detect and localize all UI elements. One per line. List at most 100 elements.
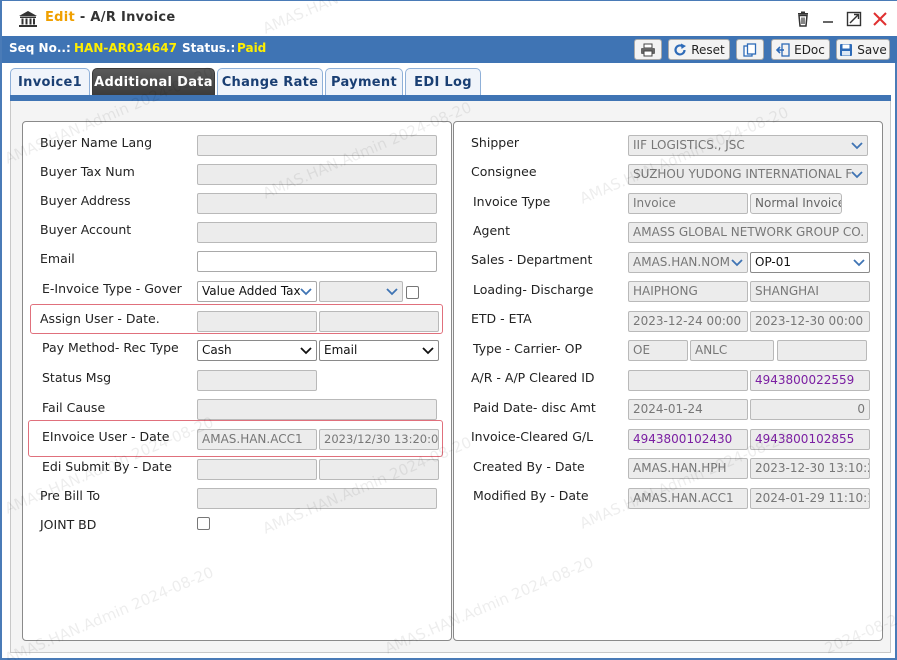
trash-icon[interactable] [794, 10, 812, 28]
close-icon[interactable] [871, 10, 889, 28]
modified-by-field[interactable]: AMAS.HAN.ACC1 [628, 488, 748, 509]
einvoice-date-field[interactable]: 2023/12/30 13:20:00 [319, 429, 439, 450]
status-msg-field[interactable] [197, 370, 317, 391]
agent-field[interactable]: AMASS GLOBAL NETWORK GROUP CO. [628, 222, 868, 243]
window-title: Edit - A/R Invoice [45, 10, 176, 25]
save-button[interactable]: Save [836, 39, 890, 60]
pre-bill-to-field[interactable] [197, 488, 437, 509]
shipper-label: Shipper [471, 135, 520, 150]
etd-field[interactable]: 2023-12-24 00:00 [628, 311, 748, 332]
edoc-button[interactable]: EDoc [771, 39, 830, 60]
assign-date-field[interactable] [319, 311, 439, 332]
sales-select[interactable]: AMAS.HAN.NOM [628, 252, 748, 273]
title-rest: - A/R Invoice [75, 10, 176, 25]
printer-icon [641, 43, 655, 56]
department-select[interactable]: OP-01 [750, 252, 870, 273]
pre-bill-to-label: Pre Bill To [40, 488, 100, 503]
info-bar: Seq No..: HAN-AR034647 Status.: Paid Res… [2, 36, 897, 63]
seq-label: Seq No..: [9, 41, 71, 55]
joint-bd-checkbox[interactable] [197, 517, 210, 530]
tab-additional-data[interactable]: Additional Data [92, 68, 215, 96]
invoice-type-label: Invoice Type [473, 194, 551, 209]
paid-date-label: Paid Date- disc Amt [473, 400, 596, 415]
minimize-icon[interactable] [819, 10, 837, 28]
created-by-field[interactable]: AMAS.HAN.HPH [628, 458, 748, 479]
chevron-down-icon [851, 142, 863, 150]
chevron-down-icon [853, 259, 865, 267]
eta-field[interactable]: 2023-12-30 00:00 [750, 311, 870, 332]
created-date-field[interactable]: 2023-12-30 13:10:26 [750, 458, 870, 479]
left-panel: Buyer Name Lang Buyer Tax Num Buyer Addr… [22, 121, 452, 641]
buyer-tax-num-field[interactable] [197, 164, 437, 185]
discharge-field[interactable]: SHANGHAI [750, 281, 870, 302]
modified-date-field[interactable]: 2024-01-29 11:10:19 [750, 488, 870, 509]
normal-invoice-button[interactable]: Normal Invoice [750, 193, 842, 214]
invoice-cleared-label: Invoice-Cleared G/L [471, 429, 594, 444]
save-label: Save [857, 42, 887, 57]
buyer-tax-num-label: Buyer Tax Num [40, 164, 135, 179]
einvoice-user-label: EInvoice User - Date [42, 429, 170, 444]
tab-invoice1[interactable]: Invoice1 [10, 68, 90, 96]
refresh-icon [674, 43, 687, 56]
buyer-name-lang-field[interactable] [197, 135, 437, 156]
joint-bd-label: JOINT BD [40, 517, 97, 532]
seq-value: HAN-AR034647 [74, 41, 177, 55]
invoice-window: Edit - A/R Invoice Seq No..: HAN-AR03464… [0, 0, 897, 660]
fail-cause-label: Fail Cause [42, 400, 106, 415]
chevron-down-icon [422, 347, 434, 355]
ar-ap-cleared-label: A/R - A/P Cleared ID [471, 370, 595, 385]
einvoice-user-field[interactable]: AMAS.HAN.ACC1 [197, 429, 317, 450]
buyer-account-field[interactable] [197, 222, 437, 243]
loading-field[interactable]: HAIPHONG [628, 281, 748, 302]
gover-select[interactable] [319, 281, 403, 302]
title-edit: Edit [45, 10, 76, 25]
print-button[interactable] [634, 39, 662, 60]
reset-button[interactable]: Reset [668, 39, 730, 60]
copy-button[interactable] [736, 39, 764, 60]
chevron-down-icon [300, 288, 312, 296]
carrier-field[interactable]: ANLC [690, 340, 774, 361]
ar-cleared-field[interactable] [628, 370, 748, 391]
department-value: OP-01 [755, 255, 792, 269]
op-field[interactable] [777, 340, 867, 361]
arrow-left-icon [776, 42, 790, 57]
chevron-down-icon [731, 259, 743, 267]
edoc-label: EDoc [794, 42, 825, 57]
reset-label: Reset [691, 42, 725, 57]
pay-method-value: Cash [202, 343, 232, 357]
fail-cause-field[interactable] [197, 399, 437, 420]
type-field[interactable]: OE [628, 340, 688, 361]
tab-edi-log[interactable]: EDI Log [405, 68, 481, 96]
assign-user-label: Assign User - Date. [40, 311, 160, 326]
paid-date-field[interactable]: 2024-01-24 [628, 399, 748, 420]
email-field[interactable] [197, 251, 437, 272]
einvoice-type-label: E-Invoice Type - Gover [42, 281, 182, 296]
pay-method-select[interactable]: Cash [197, 340, 317, 361]
edi-submit-label: Edi Submit By - Date [42, 459, 172, 474]
maximize-icon[interactable] [845, 10, 863, 28]
invoice-type-field[interactable]: Invoice [628, 193, 748, 214]
pay-method-label: Pay Method- Rec Type [42, 340, 179, 355]
assign-user-field[interactable] [197, 311, 317, 332]
tab-payment[interactable]: Payment [325, 68, 403, 96]
created-by-label: Created By - Date [473, 459, 585, 474]
cleared-gl-field[interactable]: 4943800102855 [750, 429, 870, 450]
shipper-select[interactable]: IIF LOGISTICS., JSC [628, 135, 868, 156]
consignee-select[interactable]: SUZHOU YUDONG INTERNATIONAL F [628, 164, 868, 185]
rec-type-select[interactable]: Email [319, 340, 439, 361]
disc-amt-field[interactable]: 0 [750, 399, 870, 420]
consignee-label: Consignee [471, 164, 537, 179]
edi-submit-user-field[interactable] [197, 459, 317, 480]
invoice-gl-field[interactable]: 4943800102430 [628, 429, 748, 450]
gover-checkbox[interactable] [406, 286, 419, 299]
einvoice-type-select[interactable]: Value Added Tax [197, 281, 317, 302]
einvoice-type-value: Value Added Tax [202, 284, 301, 298]
tab-change-rate[interactable]: Change Rate [217, 68, 323, 96]
shipper-value: IIF LOGISTICS., JSC [633, 138, 745, 152]
ap-cleared-field[interactable]: 4943800022559 [750, 370, 870, 391]
right-panel: Shipper IIF LOGISTICS., JSC Consignee SU… [453, 121, 883, 641]
loading-discharge-label: Loading- Discharge [473, 282, 594, 297]
edi-submit-date-field[interactable] [319, 459, 439, 480]
sales-dept-label: Sales - Department [471, 252, 593, 267]
buyer-address-field[interactable] [197, 193, 437, 214]
